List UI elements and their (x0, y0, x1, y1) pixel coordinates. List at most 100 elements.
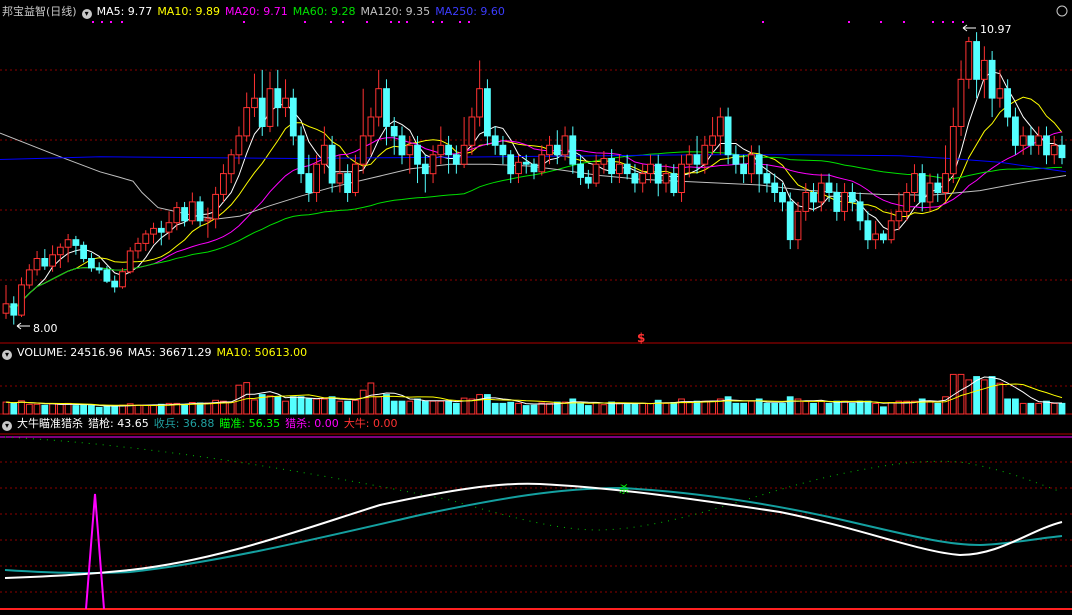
candle-body (1019, 135, 1027, 146)
volume-bar (2, 401, 10, 415)
volume-bar (95, 406, 103, 415)
volume-bar (515, 402, 522, 415)
volume-bar (926, 400, 934, 415)
volume-bar (344, 400, 352, 415)
candle-body (553, 144, 561, 156)
collapse-icon[interactable]: ▾ (2, 350, 12, 360)
candle-body (320, 144, 328, 165)
volume-bar (336, 400, 344, 415)
candle-body (235, 135, 243, 156)
candle-body (33, 258, 41, 271)
signal-dot (932, 21, 934, 23)
candle-body (313, 163, 321, 193)
candle-body (344, 173, 352, 194)
candle-body (732, 154, 740, 165)
signal-dot (110, 21, 112, 23)
volume-bar (779, 402, 786, 415)
candle-body (685, 154, 693, 165)
candle-body (227, 154, 235, 175)
candle-body (825, 182, 833, 194)
volume-bar (352, 399, 359, 415)
candle-body (965, 41, 973, 80)
collapse-icon[interactable]: ▾ (81, 9, 92, 19)
volume-bar (662, 402, 670, 415)
candle-body (895, 210, 903, 222)
volume-bar (313, 398, 321, 415)
candle-body (794, 210, 802, 241)
stock-chart[interactable]: 10.97 8.00 $ 杀 (0, 0, 1072, 615)
volume-bar (119, 404, 126, 415)
volume-bar (654, 399, 662, 415)
volume-bars (2, 373, 1066, 415)
volume-bar (64, 402, 72, 415)
panel-close-icon (1056, 5, 1068, 17)
volume-bar (724, 396, 732, 415)
candle-body (1027, 135, 1035, 146)
volume-bar (786, 396, 794, 415)
volume-bar (623, 403, 631, 415)
volume-bar (491, 402, 499, 415)
volume-bar (639, 402, 647, 415)
candle-body (584, 176, 592, 184)
candle-body (740, 163, 748, 175)
volume-bar (833, 400, 841, 415)
volume-bar (701, 400, 709, 415)
candle-body (748, 154, 755, 175)
candle-body (577, 163, 585, 178)
candle-body (693, 154, 701, 165)
volume-bar (864, 400, 872, 415)
volume-bar (887, 402, 895, 415)
volume-bar (320, 398, 328, 415)
volume-bar (592, 402, 600, 415)
volume-bar (647, 402, 654, 415)
volume-bar (685, 402, 693, 415)
signal-dot (101, 21, 103, 23)
volume-bar (10, 402, 18, 415)
volume-bar (289, 396, 297, 415)
candle-body (1043, 135, 1050, 156)
volume-bar (1019, 402, 1027, 415)
volume-bar (499, 402, 507, 415)
volume-value: VOLUME: 24516.96 (17, 346, 123, 359)
candle-body (1035, 135, 1043, 146)
candle-body (911, 173, 918, 194)
volume-bar (18, 400, 25, 415)
candle-body (10, 303, 18, 316)
ma10-value: MA10: 9.89 (157, 5, 221, 18)
shoubing-value: 收兵: 36.88 (153, 417, 215, 430)
candle-body (414, 144, 421, 165)
candle-body (251, 97, 258, 109)
volume-bar (817, 400, 825, 415)
candle-body (980, 59, 988, 80)
candle-body (41, 258, 49, 267)
shoubing-line (4, 486, 1063, 575)
high-price-label: 10.97 (980, 23, 1012, 36)
candle-body (1058, 144, 1066, 159)
candle-body (988, 59, 996, 99)
candle-body (2, 303, 10, 314)
candle-body (856, 201, 864, 222)
volume-bar (111, 405, 119, 415)
volume-bar (204, 402, 212, 415)
signal-dot (398, 21, 400, 23)
volume-bar (367, 382, 375, 415)
candle-body (1050, 144, 1058, 156)
signal-dot (121, 21, 123, 23)
collapse-icon[interactable]: ▾ (2, 421, 12, 431)
candle-body (468, 116, 476, 146)
volume-bar (437, 400, 445, 415)
liesha-value: 猎杀: 0.00 (285, 417, 339, 430)
candle-body (429, 154, 437, 175)
volume-bar (856, 400, 864, 415)
volume-bar (569, 398, 577, 415)
candle-body (771, 182, 779, 194)
volume-bar (546, 402, 553, 415)
volume-bar (763, 402, 771, 415)
volume-bar (600, 404, 608, 415)
volume-bar (1035, 402, 1043, 415)
candle-body (212, 193, 219, 220)
volume-bar (693, 400, 701, 415)
volume-bar (25, 403, 33, 415)
lieqiang-line (4, 482, 1063, 579)
volume-bar (880, 406, 887, 415)
